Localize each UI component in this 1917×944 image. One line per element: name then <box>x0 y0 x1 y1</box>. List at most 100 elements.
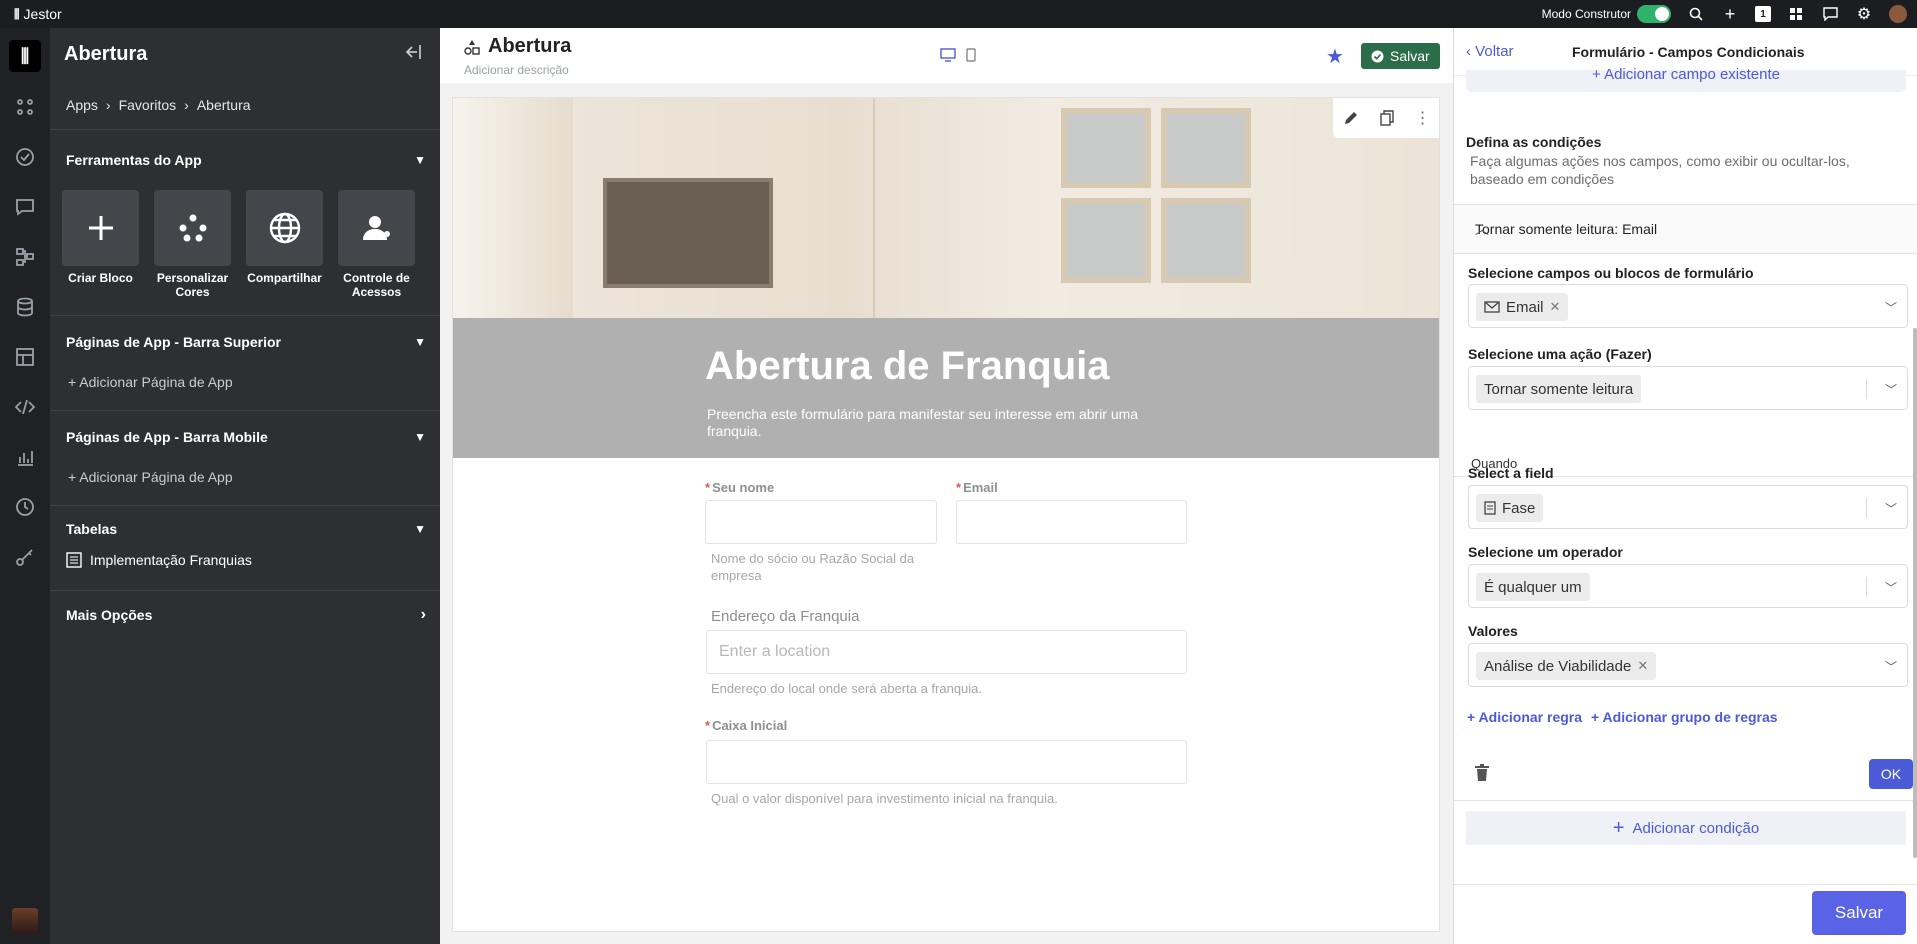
form-heading[interactable]: Abertura de Franquia <box>705 344 1110 389</box>
table-item-implementacao[interactable]: Implementação Franquias <box>50 552 440 590</box>
chevron-down-icon: ﹀ <box>1884 660 1897 674</box>
desktop-icon[interactable] <box>940 48 956 62</box>
section-mobile-pages: Páginas de App - Barra Mobile ▼ + Adicio… <box>50 411 440 506</box>
builder-mode-toggle[interactable] <box>1637 5 1671 23</box>
chevron-up-icon[interactable]: ︿ <box>1475 219 1902 239</box>
key-icon[interactable] <box>0 532 50 582</box>
canvas-save-button[interactable]: Salvar <box>1361 43 1440 69</box>
database-icon[interactable] <box>0 282 50 332</box>
code-icon[interactable] <box>0 382 50 432</box>
add-condition-button[interactable]: + Adicionar condição <box>1466 811 1906 845</box>
document-icon <box>1484 501 1496 515</box>
operator-dropdown[interactable]: É qualquer um ﹀ <box>1468 564 1908 608</box>
section-tools-header[interactable]: Ferramentas do App ▼ <box>50 130 440 190</box>
values-dropdown[interactable]: Análise de Viabilidade ✕ ﹀ <box>1468 643 1908 687</box>
table-icon <box>66 552 82 568</box>
panel-save-button[interactable]: Salvar <box>1812 891 1906 935</box>
workflow-icon[interactable] <box>0 232 50 282</box>
add-rule-link[interactable]: + Adicionar regra <box>1467 709 1582 725</box>
gear-icon[interactable]: ⚙ <box>1855 5 1873 23</box>
sidebar-title: Abertura <box>64 42 148 65</box>
section-title: Páginas de App - Barra Superior <box>66 334 281 350</box>
messages-icon[interactable] <box>0 182 50 232</box>
chevron-down-icon: ﹀ <box>1884 581 1897 595</box>
sidebar-header: Abertura <box>50 28 440 80</box>
panel-scrollbar[interactable] <box>1913 328 1917 858</box>
jestor-logo-icon: ⫼ <box>14 6 20 21</box>
add-mobile-page-link[interactable]: + Adicionar Página de App <box>50 463 440 505</box>
trash-icon[interactable] <box>1474 764 1490 782</box>
app-logo[interactable]: ⫼ <box>9 40 41 72</box>
form-hero: Abertura de Franquia Preencha este formu… <box>453 318 1439 458</box>
banner-tv-shape <box>603 178 773 288</box>
plus-icon: + <box>1612 816 1625 839</box>
page-description[interactable]: Adicionar descrição <box>464 63 569 77</box>
name-field-hint: Nome do sócio ou Razão Social da empresa <box>711 551 915 583</box>
cash-input[interactable] <box>706 740 1187 784</box>
brand[interactable]: ⫼ Jestor <box>14 6 62 22</box>
select-field-label: Select a field <box>1468 465 1554 481</box>
tool-access-control[interactable]: Controle de Acessos <box>338 190 415 299</box>
email-envelope-icon <box>1484 301 1500 313</box>
history-clock-icon[interactable] <box>0 482 50 532</box>
section-more-header[interactable]: Mais Opções › <box>50 591 440 639</box>
breadcrumb-current[interactable]: Abertura <box>197 97 251 113</box>
collapse-sidebar-icon[interactable] <box>404 44 422 65</box>
chat-icon[interactable] <box>1821 5 1839 23</box>
ok-button[interactable]: OK <box>1869 759 1913 789</box>
section-tables: Tabelas ▼ Implementação Franquias <box>50 506 440 591</box>
add-rule-group-link[interactable]: + Adicionar grupo de regras <box>1591 709 1778 725</box>
remove-chip-icon[interactable]: ✕ <box>1637 658 1648 674</box>
canvas-header: Abertura Adicionar descrição ★ Salvar <box>440 28 1453 83</box>
breadcrumb-favoritos[interactable]: Favoritos <box>119 97 177 113</box>
breadcrumb-apps[interactable]: Apps <box>66 97 98 113</box>
action-dropdown[interactable]: Tornar somente leitura ﹀ <box>1468 366 1908 410</box>
user-avatar[interactable] <box>1889 5 1907 23</box>
add-existing-field-button[interactable]: + Adicionar campo existente <box>1466 67 1906 92</box>
back-button[interactable]: ‹ Voltar <box>1466 43 1514 60</box>
tool-share[interactable]: Compartilhar <box>246 190 323 299</box>
apps-icon[interactable] <box>0 82 50 132</box>
section-tables-header[interactable]: Tabelas ▼ <box>50 506 440 552</box>
select-field-dropdown[interactable]: Fase ﹀ <box>1468 485 1908 529</box>
email-input[interactable] <box>956 500 1187 544</box>
breadcrumb: Apps › Favoritos › Abertura <box>50 80 440 130</box>
section-mobile-pages-header[interactable]: Páginas de App - Barra Mobile ▼ <box>50 411 440 463</box>
breadcrumb-separator-icon: › <box>184 96 189 113</box>
section-title: Tabelas <box>66 521 118 537</box>
tool-create-block[interactable]: Criar Bloco <box>62 190 139 299</box>
action-label: Selecione uma ação (Fazer) <box>1468 346 1652 362</box>
apps-grid-icon[interactable] <box>1787 5 1805 23</box>
remove-chip-icon[interactable]: ✕ <box>1550 299 1561 315</box>
chart-icon[interactable] <box>0 432 50 482</box>
banner-frame <box>1161 198 1251 283</box>
name-input[interactable] <box>705 500 937 544</box>
define-conditions-description: Faça algumas ações nos campos, como exib… <box>1470 153 1850 187</box>
address-input[interactable]: Enter a location <box>706 630 1187 674</box>
brand-name: Jestor <box>23 6 62 22</box>
select-fields-dropdown[interactable]: Email ✕ ﹀ <box>1468 284 1908 328</box>
profile-avatar[interactable] <box>12 908 38 934</box>
plus-icon[interactable]: + <box>1721 4 1739 24</box>
add-top-page-link[interactable]: + Adicionar Página de App <box>50 368 440 410</box>
form-builder-canvas: Abertura Adicionar descrição ★ Salvar ⋮ <box>440 28 1453 944</box>
page-title-text: Abertura <box>488 35 572 57</box>
rule-header[interactable]: Tornar somente leitura: Email ︿ <box>1454 204 1917 254</box>
mobile-icon[interactable] <box>966 48 976 62</box>
search-icon[interactable] <box>1687 5 1705 23</box>
form-subheading[interactable]: Preencha este formulário para manifestar… <box>707 406 1187 440</box>
section-title: Páginas de App - Barra Mobile <box>66 429 268 445</box>
more-vertical-icon[interactable]: ⋮ <box>1415 108 1431 128</box>
notification-badge[interactable]: 1 <box>1755 6 1771 22</box>
form-banner-image[interactable]: ⋮ <box>453 98 1439 318</box>
layout-icon[interactable] <box>0 332 50 382</box>
edit-pencil-icon[interactable] <box>1343 110 1359 126</box>
section-top-pages-header[interactable]: Páginas de App - Barra Superior ▼ <box>50 316 440 368</box>
copy-icon[interactable] <box>1380 110 1394 126</box>
favorite-star-icon[interactable]: ★ <box>1326 44 1344 69</box>
form-preview: ⋮ Abertura de Franquia Preencha este for… <box>452 97 1440 932</box>
chevron-down-icon: ﹀ <box>1884 301 1897 315</box>
tool-customize-colors[interactable]: Personalizar Cores <box>154 190 231 299</box>
tasks-check-icon[interactable] <box>0 132 50 182</box>
page-title[interactable]: Abertura <box>464 35 571 58</box>
